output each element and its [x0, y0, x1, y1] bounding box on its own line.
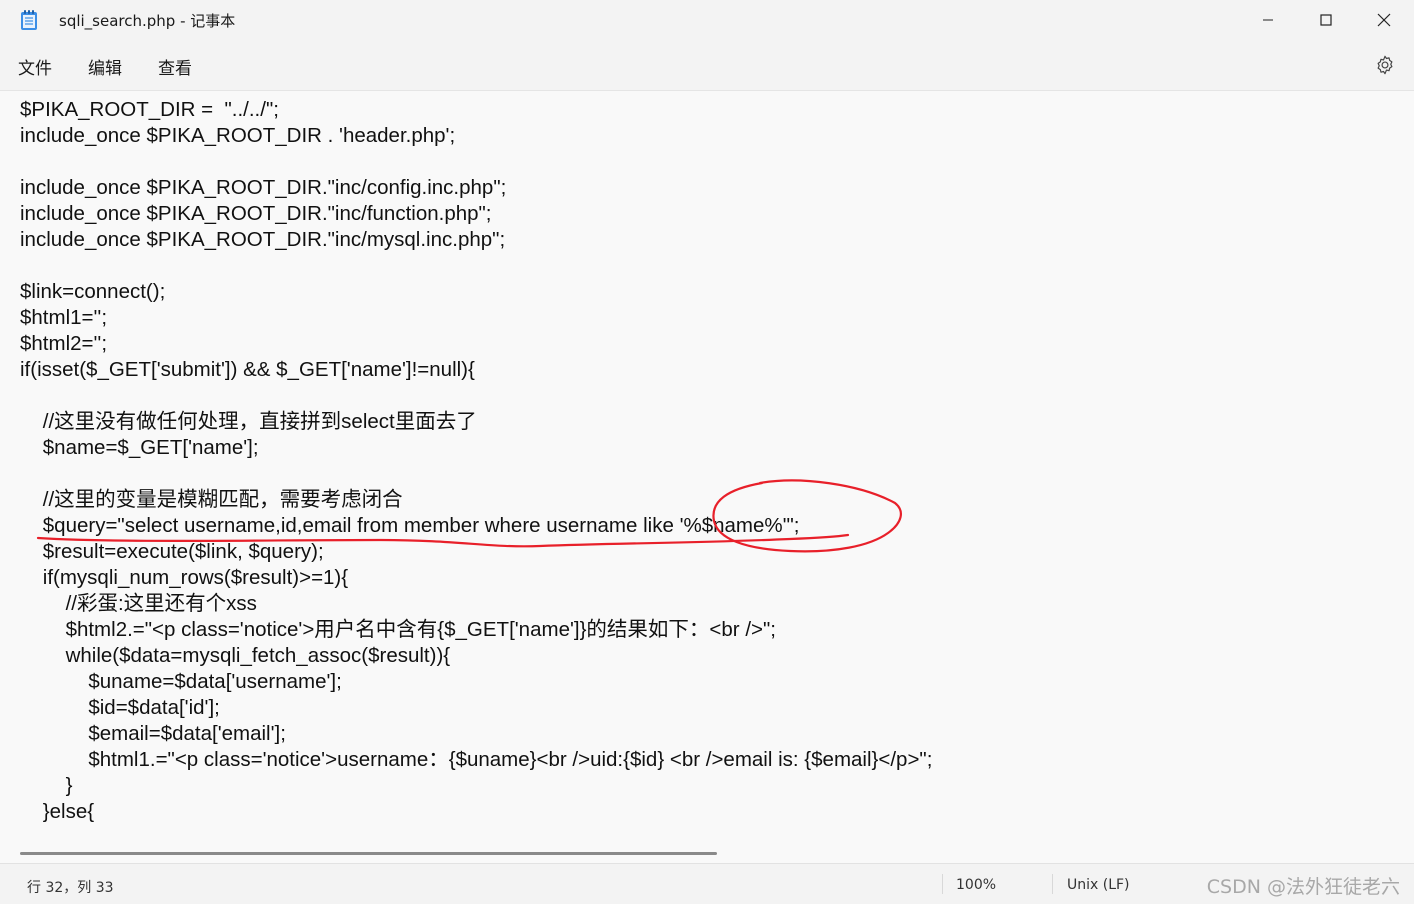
- code-line: $link=connect();: [20, 280, 166, 303]
- menu-view[interactable]: 查看: [158, 54, 192, 79]
- code-line: include_once $PIKA_ROOT_DIR."inc/mysql.i…: [20, 228, 506, 251]
- status-divider: [942, 874, 943, 894]
- menu-bar: 文件 编辑 查看: [0, 40, 1414, 90]
- code-line: $uname=$data['username'];: [20, 670, 342, 693]
- code-line-query: $query="select username,id,email from me…: [20, 514, 800, 537]
- menu-file[interactable]: 文件: [18, 54, 52, 79]
- code-line: include_once $PIKA_ROOT_DIR."inc/functio…: [20, 202, 492, 225]
- code-line: $html1.="<p class='notice'>username：{$un…: [20, 748, 933, 771]
- maximize-button[interactable]: [1297, 0, 1355, 40]
- code-line: $id=$data['id'];: [20, 696, 220, 719]
- code-line: $PIKA_ROOT_DIR = "../../";: [20, 98, 279, 121]
- status-divider: [1052, 874, 1053, 894]
- line-ending: Unix (LF): [1067, 877, 1130, 893]
- minimize-button[interactable]: [1239, 0, 1297, 40]
- code-line: while($data=mysqli_fetch_assoc($result))…: [20, 644, 451, 667]
- code-line: //这里没有做任何处理，直接拼到select里面去了: [20, 410, 477, 433]
- code-line: include_once $PIKA_ROOT_DIR . 'header.ph…: [20, 124, 456, 147]
- text-editor[interactable]: $PIKA_ROOT_DIR = "../../"; include_once $…: [0, 90, 1414, 864]
- code-line: }: [20, 774, 73, 797]
- code-line: if(mysqli_num_rows($result)>=1){: [20, 566, 349, 589]
- notepad-icon: [21, 10, 37, 30]
- code-line: //这里的变量是模糊匹配，需要考虑闭合: [20, 488, 403, 511]
- gear-icon[interactable]: [1374, 54, 1396, 76]
- code-line: $html1='';: [20, 306, 108, 329]
- code-line: $html2.="<p class='notice'>用户名中含有{$_GET[…: [20, 618, 776, 641]
- close-button[interactable]: [1355, 0, 1413, 40]
- code-line: //彩蛋:这里还有个xss: [20, 592, 257, 615]
- zoom-level: 100%: [956, 877, 997, 893]
- code-line: include_once $PIKA_ROOT_DIR."inc/config.…: [20, 176, 507, 199]
- code-content: $PIKA_ROOT_DIR = "../../"; include_once $…: [20, 97, 932, 825]
- window-title: sqli_search.php - 记事本: [59, 12, 236, 30]
- code-line: $name=$_GET['name'];: [20, 436, 259, 459]
- code-line: }else{: [20, 800, 95, 823]
- status-bar: 行 32，列 33 100% Unix (LF) CSDN @法外狂徒老六: [0, 863, 1414, 904]
- cursor-position: 行 32，列 33: [27, 880, 114, 896]
- maximize-icon: [1320, 14, 1332, 26]
- code-line: $result=execute($link, $query);: [20, 540, 324, 563]
- title-bar: sqli_search.php - 记事本: [0, 0, 1414, 40]
- close-icon: [1377, 13, 1391, 27]
- minimize-icon: [1263, 19, 1273, 21]
- horizontal-scrollbar[interactable]: [20, 852, 717, 855]
- watermark: CSDN @法外狂徒老六: [1206, 876, 1400, 898]
- code-line: if(isset($_GET['submit']) && $_GET['name…: [20, 358, 475, 381]
- menu-edit[interactable]: 编辑: [88, 54, 122, 79]
- code-line: $html2='';: [20, 332, 108, 355]
- code-line: $email=$data['email'];: [20, 722, 286, 745]
